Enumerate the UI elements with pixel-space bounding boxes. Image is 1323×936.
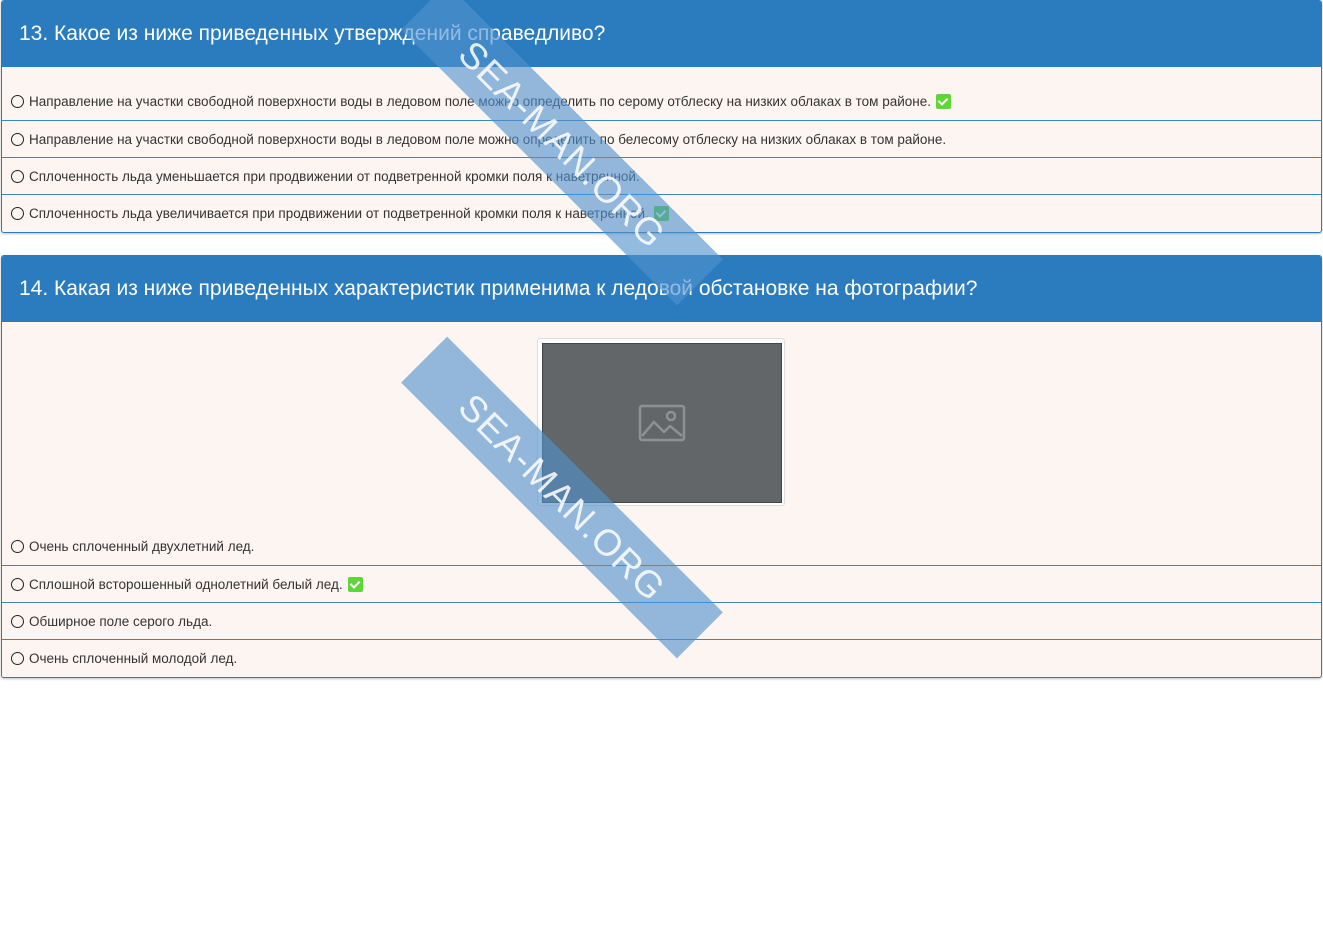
answer-text: Направление на участки свободной поверхн… (29, 94, 931, 109)
check-icon (347, 576, 363, 592)
answers-list: Очень сплоченный двухлетний лед. Сплошно… (2, 322, 1321, 677)
answers-list: Направление на участки свободной поверхн… (2, 67, 1321, 232)
radio-button[interactable] (11, 169, 24, 183)
answer-text: Очень сплоченный двухлетний лед. (29, 539, 255, 554)
radio-button[interactable] (11, 132, 24, 146)
answer-text: Очень сплоченный молодой лед. (29, 651, 238, 666)
image-placeholder-icon (638, 404, 686, 442)
radio-button[interactable] (11, 614, 24, 628)
question-title: 13. Какое из ниже приведенных утверждени… (2, 1, 1321, 67)
check-icon (653, 206, 669, 221)
answer-text: Сплоченность льда увеличивается при прод… (29, 206, 649, 221)
check-icon (935, 94, 951, 109)
answer-option[interactable]: Очень сплоченный двухлетний лед. (2, 528, 1321, 565)
answer-text: Сплошной всторошенный однолетний белый л… (29, 576, 343, 592)
answer-option[interactable]: Сплошной всторошенный однолетний белый л… (2, 565, 1321, 602)
answer-option[interactable]: Очень сплоченный молодой лед. (2, 639, 1321, 677)
answer-text: Направление на участки свободной поверхн… (29, 131, 947, 147)
radio-button[interactable] (11, 540, 24, 553)
question-card-14: 14. Какая из ниже приведенных характерис… (1, 255, 1322, 678)
answer-option[interactable]: Направление на участки свободной поверхн… (2, 120, 1321, 157)
question-photo (537, 338, 785, 506)
photo (542, 343, 782, 503)
answer-option[interactable]: Направление на участки свободной поверхн… (2, 83, 1321, 120)
question-card-13: 13. Какое из ниже приведенных утверждени… (1, 0, 1322, 233)
radio-button[interactable] (11, 577, 24, 591)
answer-text: Обширное поле серого льда. (29, 613, 213, 629)
answer-option[interactable]: Обширное поле серого льда. (2, 602, 1321, 639)
answer-text: Сплоченность льда уменьшается при продви… (29, 168, 640, 184)
radio-button[interactable] (11, 207, 24, 220)
radio-button[interactable] (11, 652, 24, 665)
question-title: 14. Какая из ниже приведенных характерис… (2, 256, 1321, 322)
radio-button[interactable] (11, 95, 24, 108)
page: 13. Какое из ниже приведенных утверждени… (0, 0, 1323, 936)
answer-option[interactable]: Сплоченность льда увеличивается при прод… (2, 194, 1321, 232)
answer-option[interactable]: Сплоченность льда уменьшается при продви… (2, 157, 1321, 194)
